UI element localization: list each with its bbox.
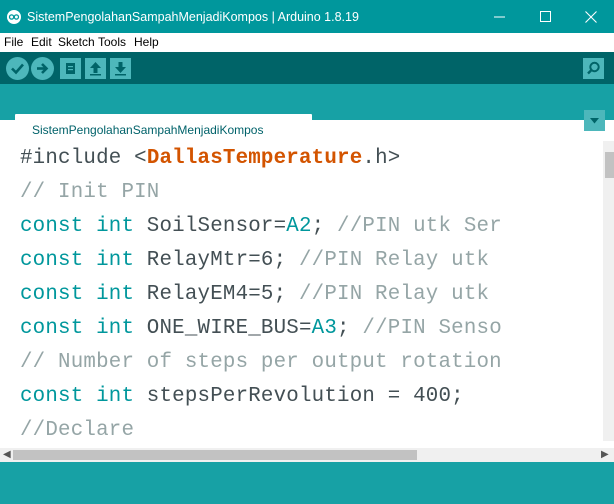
inline-comment: //PIN Relay utk <box>286 283 490 306</box>
save-button[interactable] <box>110 58 131 79</box>
identifier: SoilSensor= <box>134 215 287 238</box>
serial-monitor-button[interactable] <box>583 58 604 79</box>
code-line-2: // Init PIN <box>20 181 160 204</box>
code-line-1: #include <DallasTemperature.h> <box>20 147 400 170</box>
code-line-3: const int SoilSensor=A2; //PIN utk Ser <box>20 215 502 238</box>
keyword: const int <box>20 215 135 238</box>
identifier: RelayEM4=5; <box>134 283 287 306</box>
horizontal-scroll-thumb[interactable] <box>13 450 417 460</box>
keyword: const int <box>20 249 135 272</box>
code-line-6: const int ONE_WIRE_BUS=A3; //PIN Senso <box>20 317 502 340</box>
minimize-icon <box>493 16 505 18</box>
new-icon <box>66 63 75 74</box>
status-bar <box>0 462 614 504</box>
identifier: stepsPerRevolution = 400; <box>134 385 464 408</box>
keyword: const int <box>20 385 135 408</box>
include-tail: .h> <box>362 147 401 170</box>
pin-constant: A3 <box>311 317 338 340</box>
code-line-4: const int RelayMtr=6; //PIN Relay utk <box>20 249 489 272</box>
identifier: ONE_WIRE_BUS= <box>134 317 312 340</box>
terminator: ; <box>311 215 325 238</box>
tab-sketch[interactable]: SistemPengolahanSampahMenjadiKompos <box>15 114 312 141</box>
maximize-button[interactable] <box>522 0 568 33</box>
open-icon <box>90 62 101 76</box>
tab-label: SistemPengolahanSampahMenjadiKompos <box>32 123 264 137</box>
identifier: RelayMtr=6; <box>134 249 287 272</box>
menu-sketch[interactable]: Sketch <box>58 35 95 49</box>
magnifier-icon <box>587 61 600 75</box>
inline-comment: //PIN utk Ser <box>324 215 502 238</box>
window-title: SistemPengolahanSampahMenjadiKompos | Ar… <box>27 10 359 24</box>
verify-icon <box>11 63 24 75</box>
library-name: DallasTemperature <box>146 147 363 170</box>
code-line-8: const int stepsPerRevolution = 400; <box>20 385 464 408</box>
verify-button[interactable] <box>6 57 29 80</box>
scroll-right-icon[interactable]: ▶ <box>601 448 609 462</box>
upload-button[interactable] <box>31 57 54 80</box>
menu-file[interactable]: File <box>4 35 23 49</box>
close-icon <box>585 10 597 23</box>
scroll-left-icon[interactable]: ◀ <box>3 448 11 462</box>
upload-icon <box>37 63 49 74</box>
arduino-ide-window: SistemPengolahanSampahMenjadiKompos | Ar… <box>0 0 614 504</box>
inline-comment: //PIN Relay utk <box>286 249 490 272</box>
code-line-7: // Number of steps per output rotation <box>20 351 502 374</box>
maximize-icon <box>539 11 551 22</box>
menu-bar: File Edit Sketch Tools Help <box>0 33 614 52</box>
terminator: ; <box>337 317 350 340</box>
code-line-5: const int RelayEM4=5; //PIN Relay utk <box>20 283 489 306</box>
toolbar <box>0 52 614 84</box>
menu-edit[interactable]: Edit <box>31 35 52 49</box>
tab-menu-button[interactable] <box>584 110 605 131</box>
chevron-down-icon <box>590 118 599 124</box>
code-line-9: //Declare <box>20 419 135 442</box>
include-directive: #include < <box>20 147 147 170</box>
minimize-button[interactable] <box>476 0 522 33</box>
code-editor[interactable]: #include <DallasTemperature.h> // Init P… <box>0 141 614 450</box>
inline-comment: //PIN Senso <box>349 317 502 340</box>
menu-tools[interactable]: Tools <box>98 35 126 49</box>
vertical-scroll-thumb[interactable] <box>605 152 614 178</box>
pin-constant: A2 <box>286 215 312 238</box>
vertical-scrollbar[interactable] <box>603 141 614 441</box>
menu-help[interactable]: Help <box>134 35 159 49</box>
arduino-logo-icon <box>7 10 21 24</box>
save-icon <box>115 62 126 76</box>
keyword: const int <box>20 283 135 306</box>
new-button[interactable] <box>60 58 81 79</box>
close-button[interactable] <box>568 0 614 33</box>
keyword: const int <box>20 317 135 340</box>
title-bar: SistemPengolahanSampahMenjadiKompos | Ar… <box>0 0 614 33</box>
open-button[interactable] <box>85 58 106 79</box>
